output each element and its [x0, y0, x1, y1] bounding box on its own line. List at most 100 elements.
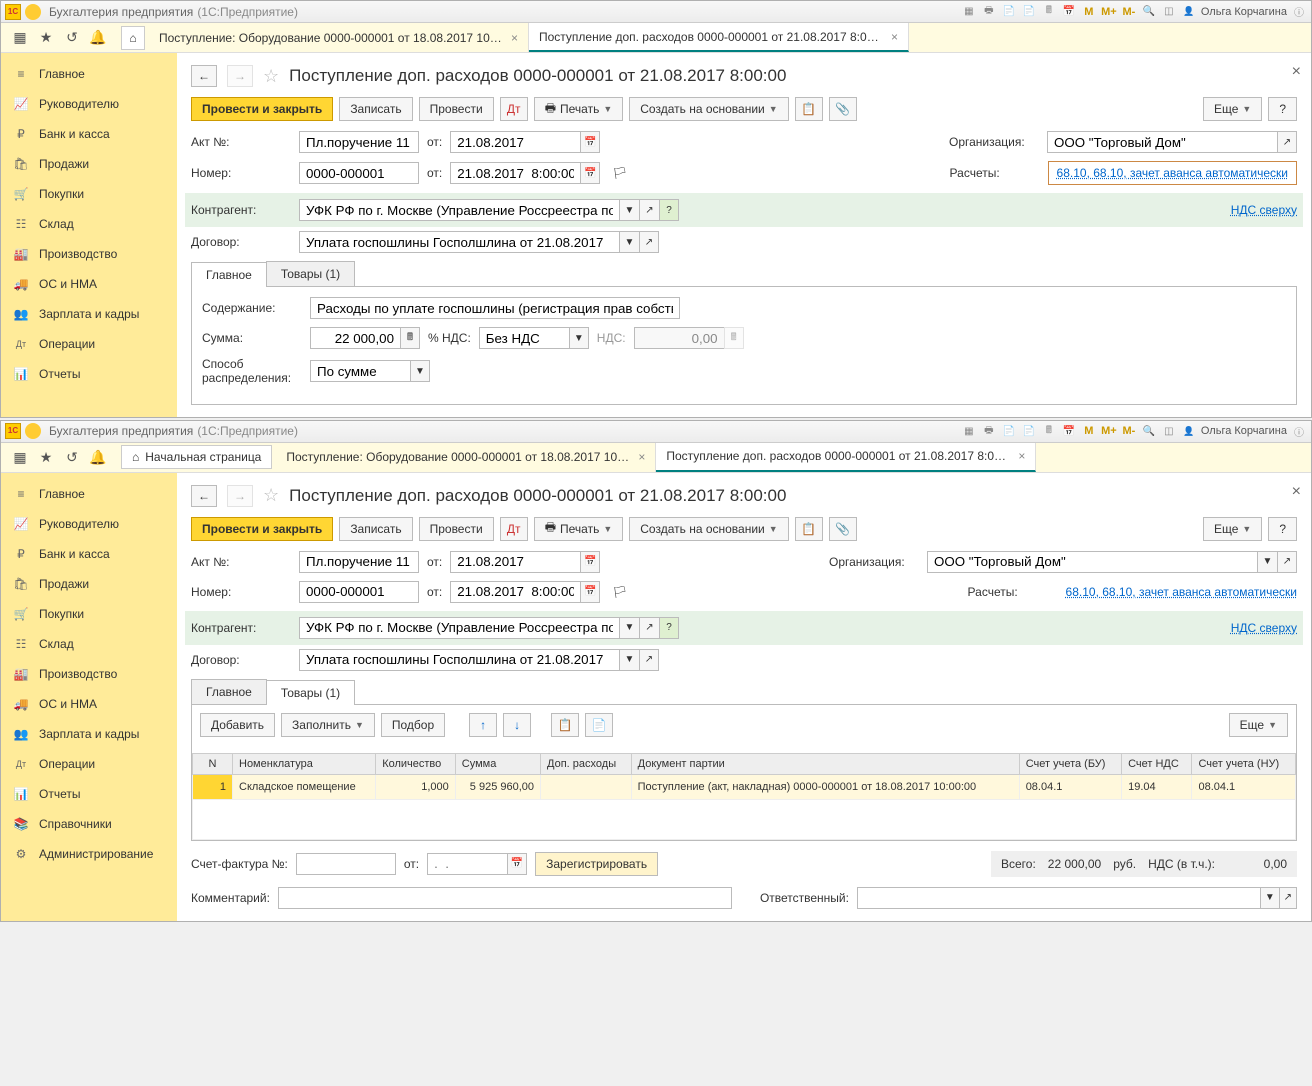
dtkt-button[interactable]: Дт	[500, 97, 528, 121]
contra-input[interactable]	[299, 617, 619, 639]
subtab-main[interactable]: Главное	[191, 679, 267, 704]
zoom-icon[interactable]: 🔍	[1141, 423, 1157, 439]
tab-1[interactable]: Поступление: Оборудование 0000-000001 от…	[276, 443, 656, 472]
open-btn[interactable]: ↗	[639, 617, 659, 639]
help-button[interactable]: ?	[1268, 517, 1297, 541]
flag-icon[interactable]: 🏳	[612, 166, 627, 180]
username[interactable]: Ольга Корчагина	[1201, 6, 1287, 18]
create-based-button[interactable]: Создать на основании▼	[629, 97, 788, 121]
grid-icon[interactable]: ▦	[961, 423, 977, 439]
tab-2[interactable]: Поступление доп. расходов 0000-000001 от…	[529, 23, 909, 52]
col-acc-nds[interactable]: Счет НДС	[1122, 753, 1192, 774]
sidebar-item-assets[interactable]: 🚚ОС и НМА	[1, 689, 177, 719]
dropdown-btn[interactable]: ▼	[410, 360, 430, 382]
sidebar-item-reports[interactable]: 📊Отчеты	[1, 779, 177, 809]
dropdown-btn[interactable]: ▼	[619, 199, 639, 221]
sidebar-item-payroll[interactable]: 👥Зарплата и кадры	[1, 719, 177, 749]
col-batch[interactable]: Документ партии	[631, 753, 1019, 774]
help-button[interactable]: ?	[1268, 97, 1297, 121]
sidebar-item-payroll[interactable]: 👥Зарплата и кадры	[1, 299, 177, 329]
comment-input[interactable]	[278, 887, 732, 909]
nds-rate-input[interactable]	[479, 327, 569, 349]
act-input[interactable]	[299, 131, 419, 153]
apps-icon[interactable]: ▦	[11, 448, 29, 466]
attach-button[interactable]: 📎	[829, 97, 857, 121]
files-button[interactable]: 📋	[795, 517, 823, 541]
save-button[interactable]: Записать	[339, 517, 412, 541]
cell-acc-nu[interactable]: 08.04.1	[1192, 774, 1296, 799]
calc-link[interactable]: 68.10, 68.10, зачет аванса автоматически	[1057, 166, 1288, 180]
dropdown-btn[interactable]: ▼	[1260, 887, 1278, 909]
tab-2[interactable]: Поступление доп. расходов 0000-000001 от…	[656, 443, 1036, 472]
favorites-icon[interactable]: ★	[37, 29, 55, 47]
col-acc-nu[interactable]: Счет учета (НУ)	[1192, 753, 1296, 774]
home-tab[interactable]: ⌂Начальная страница	[121, 445, 272, 469]
memory-m[interactable]: M	[1081, 423, 1097, 439]
doc2-icon[interactable]: 📄	[1021, 423, 1037, 439]
col-n[interactable]: N	[193, 753, 233, 774]
favorites-icon[interactable]: ★	[37, 448, 55, 466]
sidebar-item-purchases[interactable]: 🛒Покупки	[1, 599, 177, 629]
hint-btn[interactable]: ?	[659, 199, 679, 221]
table-row[interactable]: 1 Складское помещение 1,000 5 925 960,00…	[193, 774, 1296, 799]
apps-icon[interactable]: ▦	[11, 29, 29, 47]
cell-batch[interactable]: Поступление (акт, накладная) 0000-000001…	[631, 774, 1019, 799]
sidebar-item-operations[interactable]: ДтОперации	[1, 749, 177, 779]
sidebar-item-assets[interactable]: 🚚ОС и НМА	[1, 269, 177, 299]
attach-button[interactable]: 📎	[829, 517, 857, 541]
table-more-button[interactable]: Еще▼	[1229, 713, 1288, 737]
open-btn[interactable]: ↗	[1277, 131, 1297, 153]
calendar-btn[interactable]: 📅	[580, 131, 600, 153]
open-btn[interactable]: ↗	[639, 649, 659, 671]
cell-nomen[interactable]: Складское помещение	[233, 774, 376, 799]
post-close-button[interactable]: Провести и закрыть	[191, 517, 333, 541]
calendar-btn[interactable]: 📅	[580, 551, 600, 573]
forward-button[interactable]: →	[227, 485, 253, 507]
col-acc-bu[interactable]: Счет учета (БУ)	[1019, 753, 1121, 774]
info-icon[interactable]: ⓘ	[1291, 423, 1307, 439]
windows-icon[interactable]: ◫	[1161, 4, 1177, 20]
calc-link[interactable]: 68.10, 68.10, зачет аванса автоматически	[1066, 585, 1297, 599]
dist-input[interactable]	[310, 360, 410, 382]
more-button[interactable]: Еще▼	[1203, 517, 1262, 541]
sidebar-item-bank[interactable]: ₽Банк и касса	[1, 119, 177, 149]
cell-sum[interactable]: 5 925 960,00	[455, 774, 540, 799]
doc2-icon[interactable]: 📄	[1021, 4, 1037, 20]
subtab-main[interactable]: Главное	[191, 262, 267, 287]
cell-acc-nds[interactable]: 19.04	[1122, 774, 1192, 799]
memory-mminus[interactable]: M-	[1121, 423, 1137, 439]
forward-button[interactable]: →	[227, 65, 253, 87]
col-extra[interactable]: Доп. расходы	[541, 753, 632, 774]
move-down-button[interactable]: ↓	[503, 713, 531, 737]
dropdown-btn[interactable]: ▼	[619, 649, 639, 671]
dropdown-btn[interactable]: ▼	[619, 231, 639, 253]
star-icon[interactable]: ☆	[263, 66, 279, 87]
dropdown-btn[interactable]: ▼	[1257, 551, 1277, 573]
move-up-button[interactable]: ↑	[469, 713, 497, 737]
cell-extra[interactable]	[541, 774, 632, 799]
contra-input[interactable]	[299, 199, 619, 221]
print-button[interactable]: 🖶Печать▼	[534, 97, 624, 121]
post-button[interactable]: Провести	[419, 517, 494, 541]
doc-icon[interactable]: 📄	[1001, 423, 1017, 439]
num-input[interactable]	[299, 581, 419, 603]
notify-icon[interactable]: 🔔	[89, 448, 107, 466]
tab-1-close-icon[interactable]: ×	[511, 31, 518, 45]
username[interactable]: Ольга Корчагина	[1201, 425, 1287, 437]
sidebar-item-admin[interactable]: ⚙Администрирование	[1, 839, 177, 869]
post-close-button[interactable]: Провести и закрыть	[191, 97, 333, 121]
select-button[interactable]: Подбор	[381, 713, 445, 737]
sum-input[interactable]	[310, 327, 400, 349]
home-button[interactable]: ⌂	[121, 26, 145, 50]
col-sum[interactable]: Сумма	[455, 753, 540, 774]
dropdown-btn[interactable]: ▼	[619, 617, 639, 639]
paste-button[interactable]: 📄	[585, 713, 613, 737]
close-doc-icon[interactable]: ×	[1292, 483, 1301, 501]
sidebar-item-manager[interactable]: 📈Руководителю	[1, 89, 177, 119]
files-button[interactable]: 📋	[795, 97, 823, 121]
memory-mminus[interactable]: M-	[1121, 4, 1137, 20]
sidebar-item-production[interactable]: 🏭Производство	[1, 659, 177, 689]
open-btn[interactable]: ↗	[639, 231, 659, 253]
close-doc-icon[interactable]: ×	[1292, 63, 1301, 81]
cell-acc-bu[interactable]: 08.04.1	[1019, 774, 1121, 799]
